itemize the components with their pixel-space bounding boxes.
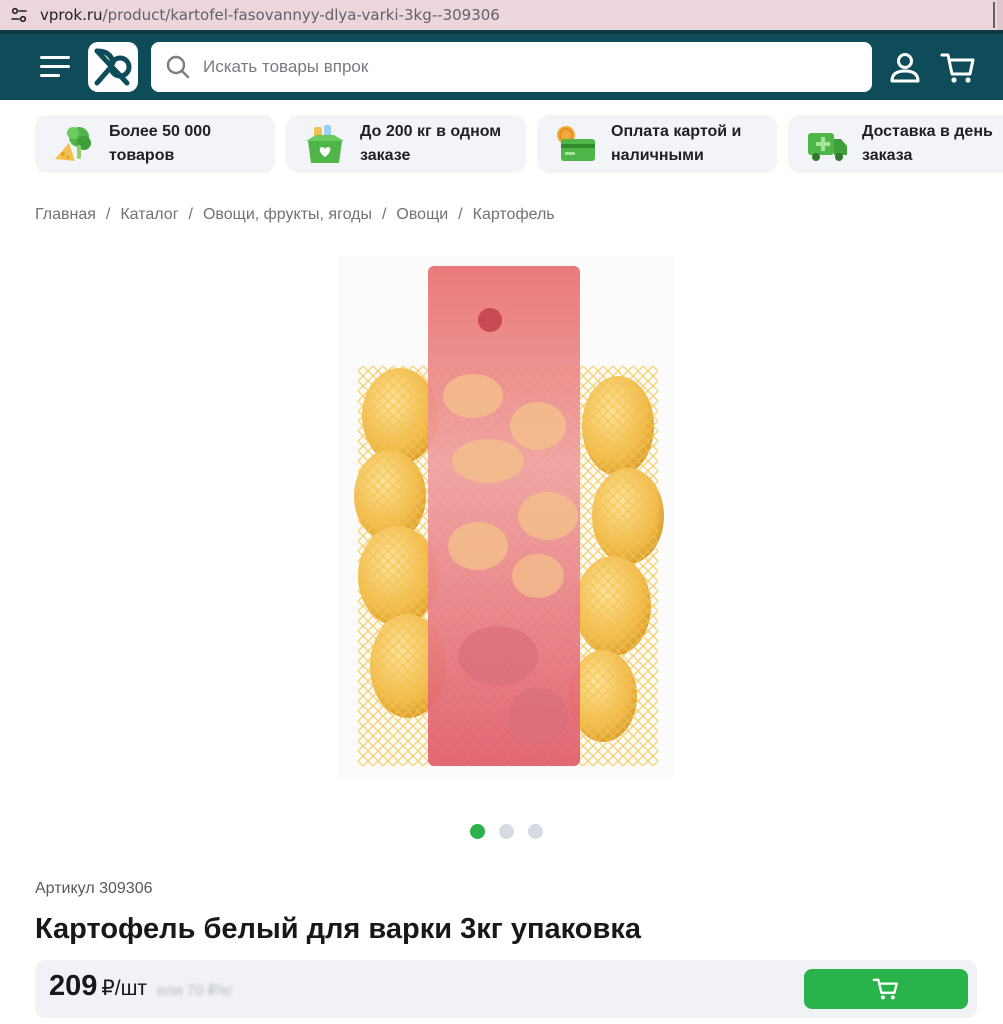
search-box[interactable] xyxy=(151,42,872,92)
browser-address-bar[interactable]: vprok.ru/product/kartofel-fasovannyy-dly… xyxy=(0,0,1003,30)
add-to-cart-button[interactable] xyxy=(804,969,968,1009)
breadcrumb-home[interactable]: Главная xyxy=(35,206,96,224)
potato-bag-illustration xyxy=(354,266,664,766)
breadcrumb-fruits-vegetables[interactable]: Овощи, фрукты, ягоды xyxy=(203,206,372,224)
feature-card-weight: До 200 кг в одном заказе xyxy=(286,115,526,173)
site-header xyxy=(0,30,1003,100)
menu-icon[interactable] xyxy=(40,56,70,78)
gallery-dot-1[interactable] xyxy=(470,824,485,839)
search-input[interactable] xyxy=(203,57,843,77)
product-image[interactable] xyxy=(338,256,674,779)
breadcrumb-separator: / xyxy=(458,206,463,223)
delivery-truck-icon xyxy=(808,133,847,161)
url-text[interactable]: vprok.ru/product/kartofel-fasovannyy-dly… xyxy=(40,6,500,24)
price-per-kg-blurred: или 70 ₽/кг xyxy=(157,982,234,999)
feature-cards: Более 50 000 товаров До 200 кг в одном з… xyxy=(35,115,1003,173)
window-edge-mark xyxy=(993,2,995,28)
url-host: vprok.ru xyxy=(40,6,103,24)
feature-label: Более 50 000 товаров xyxy=(109,123,212,164)
price: 209 ₽/шт или 70 ₽/кг xyxy=(49,970,233,1003)
feature-card-delivery: Доставка в день заказа xyxy=(788,115,1003,173)
breadcrumb-vegetables[interactable]: Овощи xyxy=(396,206,448,224)
feature-label: До 200 кг в одном заказе xyxy=(360,123,502,164)
price-amount: 209 xyxy=(49,970,98,1002)
site-settings-icon[interactable] xyxy=(4,0,34,30)
payment-card-icon xyxy=(557,126,595,161)
vegetables-icon xyxy=(55,127,91,161)
user-icon[interactable] xyxy=(888,51,922,85)
window-edge xyxy=(997,0,1003,30)
breadcrumb-potatoes[interactable]: Картофель xyxy=(473,206,555,224)
gallery-dot-2[interactable] xyxy=(499,824,514,839)
breadcrumb-separator: / xyxy=(105,206,111,223)
grocery-box-icon xyxy=(306,125,344,163)
cart-icon xyxy=(872,978,898,1000)
gallery-dot-3[interactable] xyxy=(528,824,543,839)
feature-label: Доставка в день заказа xyxy=(862,123,993,164)
breadcrumb-separator: / xyxy=(188,206,193,223)
cart-icon[interactable] xyxy=(940,50,976,86)
product-title: Картофель белый для варки 3кг упаковка xyxy=(35,913,641,945)
breadcrumb: Главная / Каталог / Овощи, фрукты, ягоды… xyxy=(35,206,555,224)
gallery-pagination xyxy=(470,824,543,839)
feature-card-assortment: Более 50 000 товаров xyxy=(35,115,275,173)
product-article: Артикул 309306 xyxy=(35,880,153,897)
url-path: /product/kartofel-fasovannyy-dlya-varki-… xyxy=(102,6,500,24)
breadcrumb-separator: / xyxy=(381,206,387,223)
logo[interactable] xyxy=(88,42,138,92)
feature-label: Оплата картой и наличными xyxy=(611,123,742,164)
breadcrumb-catalog[interactable]: Каталог xyxy=(120,206,178,224)
search-icon[interactable] xyxy=(165,54,191,80)
feature-card-payment: Оплата картой и наличными xyxy=(537,115,777,173)
price-unit: ₽/шт xyxy=(101,977,148,1000)
price-bar: 209 ₽/шт или 70 ₽/кг xyxy=(35,960,977,1018)
